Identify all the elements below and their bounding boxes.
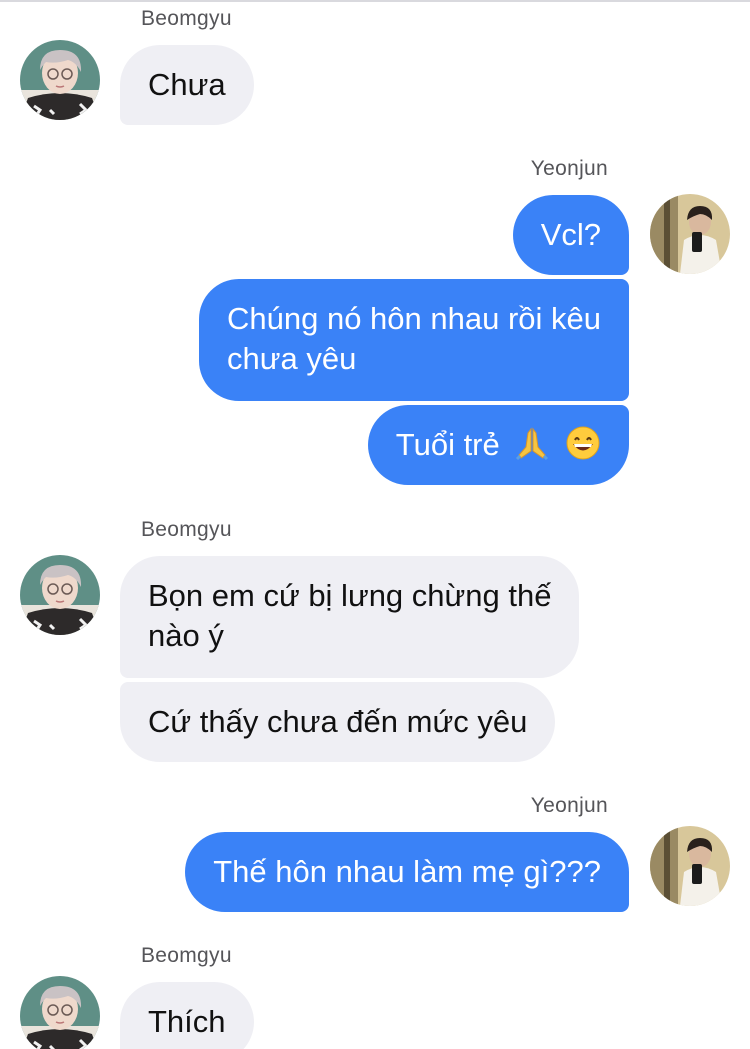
sender-name-yeonjun: Yeonjun xyxy=(530,157,608,180)
top-divider xyxy=(0,0,750,2)
message-bubble-outgoing[interactable]: Thế hôn nhau làm mẹ gì??? xyxy=(185,832,629,912)
chat-screen: Beomgyu Chưa Yeonjun Vcl? Chúng nó hôn n… xyxy=(0,0,750,1049)
folded-hands-icon xyxy=(514,425,550,471)
sender-name-beomgyu: Beomgyu xyxy=(141,7,232,30)
message-bubble-incoming[interactable]: Thích xyxy=(120,982,254,1049)
yeonjun-avatar-icon[interactable] xyxy=(650,826,730,906)
message-text-line: Chúng nó hôn nhau rồi kêu xyxy=(226,301,601,336)
message-bubble-outgoing[interactable]: Tuổi trẻ xyxy=(367,405,629,485)
sender-name-beomgyu: Beomgyu xyxy=(141,518,232,541)
message-text-line: nào ý xyxy=(148,618,224,653)
sender-name-beomgyu: Beomgyu xyxy=(141,944,232,967)
message-text: Thế hôn nhau làm mẹ gì??? xyxy=(213,854,601,889)
message-text: Chưa xyxy=(148,67,226,102)
message-bubble-outgoing[interactable]: Vcl? xyxy=(512,195,629,275)
grinning-face-icon xyxy=(565,425,601,471)
message-text-line: chưa yêu xyxy=(226,341,357,376)
message-text: Thích xyxy=(148,1004,226,1039)
message-bubble-incoming[interactable]: Cứ thấy chưa đến mức yêu xyxy=(120,682,556,762)
message-text: Vcl? xyxy=(540,217,601,252)
message-text-line: Bọn em cứ bị lưng chừng thế xyxy=(148,578,552,613)
beomgyu-avatar-icon[interactable] xyxy=(20,976,100,1049)
message-text: Tuổi trẻ xyxy=(395,427,500,462)
message-bubble-incoming[interactable]: Bọn em cứ bị lưng chừng thế nào ý xyxy=(120,556,580,678)
beomgyu-avatar-icon[interactable] xyxy=(20,40,100,120)
message-bubble-incoming[interactable]: Chưa xyxy=(120,45,254,125)
beomgyu-avatar-icon[interactable] xyxy=(20,555,100,635)
yeonjun-avatar-icon[interactable] xyxy=(650,194,730,274)
message-text: Cứ thấy chưa đến mức yêu xyxy=(148,704,528,739)
sender-name-yeonjun: Yeonjun xyxy=(530,794,608,817)
message-bubble-outgoing[interactable]: Chúng nó hôn nhau rồi kêu chưa yêu xyxy=(198,279,629,401)
